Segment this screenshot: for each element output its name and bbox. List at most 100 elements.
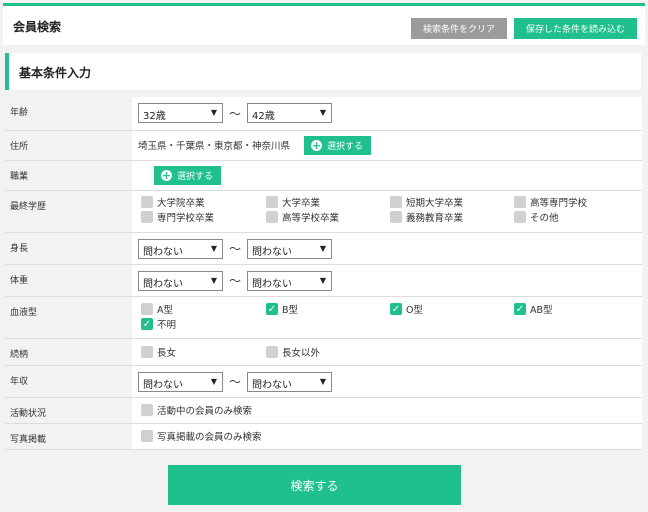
range-separator: 〜 xyxy=(228,242,241,256)
option-label: 大学院卒業 xyxy=(157,198,205,209)
checkbox[interactable] xyxy=(141,211,153,223)
blood-option[interactable]: ✓ B型 xyxy=(266,303,390,316)
option-label: 高等学校卒業 xyxy=(282,213,340,224)
address-label: 住所 xyxy=(5,130,132,161)
checkbox[interactable] xyxy=(266,346,278,358)
chevron-down-icon: ▼ xyxy=(319,243,326,253)
occupation-select-button[interactable]: + 選択する xyxy=(154,165,222,185)
search-button[interactable]: 検索する xyxy=(168,465,461,505)
option-label: その他 xyxy=(530,213,559,224)
activity-label: 活動状況 xyxy=(5,397,132,424)
chevron-down-icon: ▼ xyxy=(319,376,326,386)
option-label: 長女 xyxy=(157,348,177,359)
chevron-down-icon: ▼ xyxy=(319,275,326,285)
load-saved-conditions-button[interactable]: 保存した条件を読み込む xyxy=(514,18,637,39)
income-from-value: 問わない xyxy=(143,379,183,391)
option-label: 不明 xyxy=(157,320,177,331)
check-icon[interactable]: ✓ xyxy=(141,318,153,330)
checkbox[interactable] xyxy=(141,346,153,358)
range-separator: 〜 xyxy=(228,274,241,288)
row-occupation: 職業 + 選択する xyxy=(5,160,642,191)
education-option[interactable]: 義務教育卒業 xyxy=(390,211,514,224)
education-option[interactable]: 大学院卒業 xyxy=(141,196,266,209)
page-title: 会員検索 xyxy=(13,20,62,34)
sibling-label: 続柄 xyxy=(5,338,132,366)
activity-option[interactable]: 活動中の会員のみ検索 xyxy=(141,404,642,417)
address-select-button[interactable]: + 選択する xyxy=(304,135,372,155)
checkbox[interactable] xyxy=(390,196,402,208)
weight-to-value: 問わない xyxy=(252,278,292,290)
chevron-down-icon: ▼ xyxy=(210,243,217,253)
education-option[interactable]: 大学卒業 xyxy=(266,196,390,209)
option-label: 短期大学卒業 xyxy=(406,198,464,209)
weight-label: 体重 xyxy=(5,264,132,297)
check-icon[interactable]: ✓ xyxy=(514,303,526,315)
address-value: 埼玉県・千葉県・東京都・神奈川県 xyxy=(138,141,291,152)
chevron-down-icon: ▼ xyxy=(210,275,217,285)
row-blood-type: 血液型 A型 ✓ B型 ✓ O型 ✓ AB型 ✓ 不明 xyxy=(5,296,642,339)
section-title: 基本条件入力 xyxy=(19,66,92,80)
education-label: 最終学歴 xyxy=(5,190,132,233)
row-age: 年齢 32歳 ▼ 〜 42歳 ▼ xyxy=(5,97,642,131)
option-label: O型 xyxy=(406,305,423,316)
checkbox[interactable] xyxy=(514,196,526,208)
blood-option[interactable]: ✓ 不明 xyxy=(141,318,266,331)
checkbox[interactable] xyxy=(514,211,526,223)
income-to-select[interactable]: 問わない ▼ xyxy=(247,371,332,392)
education-option[interactable]: その他 xyxy=(514,211,634,224)
row-income: 年収 問わない ▼ 〜 問わない ▼ xyxy=(5,365,642,398)
chevron-down-icon: ▼ xyxy=(210,108,217,117)
education-option[interactable]: 専門学校卒業 xyxy=(141,211,266,224)
age-from-select[interactable]: 32歳 ▼ xyxy=(138,103,223,123)
checkbox[interactable] xyxy=(266,211,278,223)
option-label: AB型 xyxy=(530,305,553,316)
height-from-value: 問わない xyxy=(143,246,183,258)
clear-conditions-button[interactable]: 検索条件をクリア xyxy=(411,18,507,39)
option-label: B型 xyxy=(282,305,299,316)
weight-from-select[interactable]: 問わない ▼ xyxy=(138,270,223,291)
height-from-select[interactable]: 問わない ▼ xyxy=(138,238,223,259)
height-to-select[interactable]: 問わない ▼ xyxy=(247,238,332,259)
option-label: 活動中の会員のみ検索 xyxy=(157,406,253,417)
sibling-option[interactable]: 長女 xyxy=(141,346,266,359)
age-label: 年齢 xyxy=(5,97,132,131)
chevron-down-icon: ▼ xyxy=(319,108,326,117)
search-form: 年齢 32歳 ▼ 〜 42歳 ▼ 住所 埼玉県・千葉県・東京都・神奈川県 + 選択する… xyxy=(5,97,642,450)
option-label: 高等専門学校 xyxy=(530,198,588,209)
row-weight: 体重 問わない ▼ 〜 問わない ▼ xyxy=(5,264,642,297)
check-icon[interactable]: ✓ xyxy=(266,303,278,315)
check-icon[interactable]: ✓ xyxy=(390,303,402,315)
checkbox[interactable] xyxy=(266,196,278,208)
blood-option[interactable]: A型 xyxy=(141,303,266,316)
income-to-value: 問わない xyxy=(252,379,292,391)
weight-to-select[interactable]: 問わない ▼ xyxy=(247,270,332,291)
sibling-option[interactable]: 長女以外 xyxy=(266,346,390,359)
checkbox[interactable] xyxy=(141,404,153,416)
income-label: 年収 xyxy=(5,365,132,398)
plus-circle-icon: + xyxy=(161,168,172,182)
plus-circle-icon: + xyxy=(311,138,323,152)
row-photo: 写真掲載 写真掲載の会員のみ検索 xyxy=(5,423,642,450)
row-activity: 活動状況 活動中の会員のみ検索 xyxy=(5,397,642,424)
checkbox[interactable] xyxy=(141,303,153,315)
row-education: 最終学歴 大学院卒業 大学卒業 短期大学卒業 高等専門学校 専門学校卒業 高等学… xyxy=(5,190,642,233)
blood-type-label: 血液型 xyxy=(5,296,132,339)
option-label: 長女以外 xyxy=(282,348,321,359)
age-to-select[interactable]: 42歳 ▼ xyxy=(247,103,332,123)
weight-from-value: 問わない xyxy=(143,278,183,290)
checkbox[interactable] xyxy=(390,211,402,223)
checkbox[interactable] xyxy=(141,430,153,442)
education-option[interactable]: 高等学校卒業 xyxy=(266,211,390,224)
checkbox[interactable] xyxy=(141,196,153,208)
education-option[interactable]: 高等専門学校 xyxy=(514,196,634,209)
range-separator: 〜 xyxy=(228,106,241,121)
education-option[interactable]: 短期大学卒業 xyxy=(390,196,514,209)
blood-option[interactable]: ✓ O型 xyxy=(390,303,514,316)
option-label: 義務教育卒業 xyxy=(406,213,464,224)
section-header: 基本条件入力 xyxy=(5,53,641,90)
blood-option[interactable]: ✓ AB型 xyxy=(514,303,634,316)
option-label: 大学卒業 xyxy=(282,198,321,209)
photo-option[interactable]: 写真掲載の会員のみ検索 xyxy=(141,430,642,443)
income-from-select[interactable]: 問わない ▼ xyxy=(138,371,223,392)
header-bar: 会員検索 検索条件をクリア 保存した条件を読み込む xyxy=(3,3,645,45)
